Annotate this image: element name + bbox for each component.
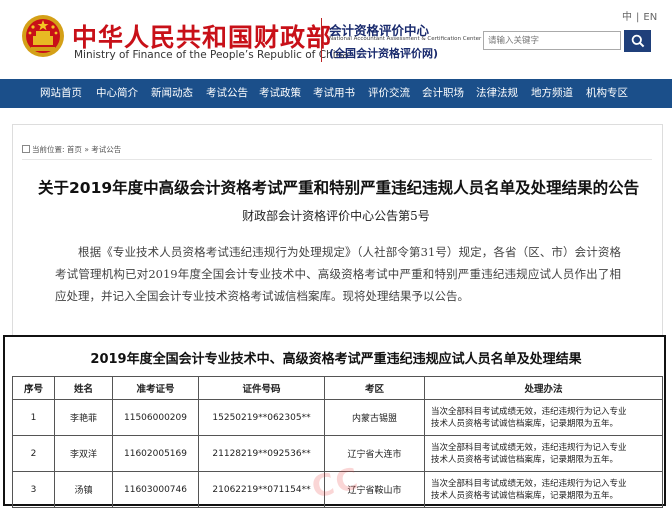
center-site-name: (全国会计资格评价网) [329,47,439,60]
cell-name: 汤镇 [54,471,113,508]
search-button[interactable] [624,30,651,52]
cell-name: 李双洋 [54,435,113,472]
cell-ticket: 11506000209 [112,399,199,436]
cell-no: 1 [12,399,55,436]
cell-action: 当次全部科目考试成绩无效，违纪违规行为记入专业 技术人员资格考试诚信档案库，记录… [424,471,663,508]
cell-no: 3 [12,471,55,508]
article-paragraph: 根据《专业技术人员资格考试违纪违规行为处理规定》（人社部令第31号）规定，各省（… [55,245,621,303]
breadcrumb-current[interactable]: 考试公告 [91,145,121,154]
main-nav: 网站首页 中心简介 新闻动态 考试公告 考试政策 考试用书 评价交流 会计职场 … [0,79,672,108]
nav-item-laws[interactable]: 法律法规 [476,79,518,108]
nav-item-local[interactable]: 地方频道 [531,79,573,108]
cell-id: 21062219**071154** [198,471,325,508]
action-line: 当次全部科目考试成绩无效，违纪违规行为记入专业 [431,442,627,453]
language-switch: 中 | EN [620,8,659,23]
article-subtitle: 财政部会计资格评价中心公告第5号 [242,209,430,223]
cell-id: 15250219**062305** [198,399,325,436]
cell-area: 辽宁省鞍山市 [324,471,425,508]
cell-action: 当次全部科目考试成绩无效，违纪违规行为记入专业 技术人员资格考试诚信档案库，记录… [424,435,663,472]
lang-en-link[interactable]: EN [643,12,657,23]
header-id: 证件号码 [198,376,325,400]
nav-item-home[interactable]: 网站首页 [40,79,82,108]
cell-no: 2 [12,435,55,472]
nav-item-about[interactable]: 中心简介 [96,79,138,108]
breadcrumb-divider [22,159,652,160]
nav-item-career[interactable]: 会计职场 [422,79,464,108]
site-header: 中华人民共和国财政部 Ministry of Finance of the Pe… [0,0,672,79]
cell-ticket: 11603000746 [112,471,199,508]
cell-name: 李艳菲 [54,399,113,436]
table-row: 1 李艳菲 11506000209 15250219**062305** 内蒙古… [12,399,663,436]
ministry-name-en: Ministry of Finance of the People’s Repu… [74,49,349,61]
results-table: 序号 姓名 准考证号 证件号码 考区 处理办法 1 李艳菲 1150600020… [12,376,663,508]
cell-id: 21128219**092536** [198,435,325,472]
nav-item-exchange[interactable]: 评价交流 [368,79,410,108]
action-line: 当次全部科目考试成绩无效，违纪违规行为记入专业 [431,478,627,489]
lang-cn-link[interactable]: 中 [622,12,632,23]
results-table-title: 2019年度全国会计专业技术中、高级资格考试严重违纪违规应试人员名单及处理结果 [90,352,582,367]
search-icon [631,34,644,48]
article-title: 关于2019年度中高级会计资格考试严重和特别严重违纪违规人员名单及处理结果的公告 [38,179,640,197]
nav-item-books[interactable]: 考试用书 [313,79,355,108]
breadcrumb: 当前位置: 首页 » 考试公告 [22,144,121,155]
table-row: 3 汤镇 11603000746 21062219**071154** 辽宁省鞍… [12,471,663,508]
cell-action: 当次全部科目考试成绩无效，违纪违规行为记入专业 技术人员资格考试诚信档案库，记录… [424,399,663,436]
action-line: 技术人员资格考试诚信档案库，记录期限为五年。 [431,454,619,465]
location-icon [22,145,30,153]
table-row: 2 李双洋 11602005169 21128219**092536** 辽宁省… [12,435,663,472]
header-ticket: 准考证号 [112,376,199,400]
table-header-row: 序号 姓名 准考证号 证件号码 考区 处理办法 [12,376,663,400]
header-divider [321,18,322,62]
cell-area: 内蒙古锡盟 [324,399,425,436]
cell-ticket: 11602005169 [112,435,199,472]
header-no: 序号 [12,376,55,400]
breadcrumb-separator: » [84,145,89,154]
nav-item-policy[interactable]: 考试政策 [259,79,301,108]
nav-item-institutions[interactable]: 机构专区 [586,79,628,108]
cell-area: 辽宁省大连市 [324,435,425,472]
nav-item-notices[interactable]: 考试公告 [206,79,248,108]
nav-item-news[interactable]: 新闻动态 [151,79,193,108]
national-emblem-icon[interactable] [21,14,65,58]
action-line: 技术人员资格考试诚信档案库，记录期限为五年。 [431,418,619,429]
search-input[interactable] [483,31,621,50]
header-area: 考区 [324,376,425,400]
breadcrumb-prefix: 当前位置: [32,145,65,154]
action-line: 当次全部科目考试成绩无效，违纪违规行为记入专业 [431,406,627,417]
breadcrumb-home[interactable]: 首页 [67,145,82,154]
header-name: 姓名 [54,376,113,400]
action-line: 技术人员资格考试诚信档案库，记录期限为五年。 [431,490,619,501]
center-name-en: National Accountant Assessment & Certifi… [329,36,482,42]
header-action: 处理办法 [424,376,663,400]
lang-separator: | [636,12,640,23]
